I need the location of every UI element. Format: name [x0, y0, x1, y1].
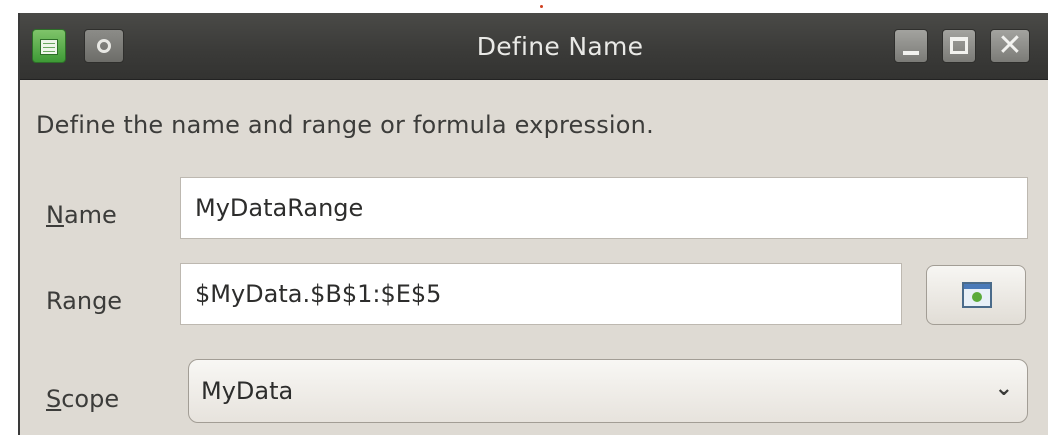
title-bar[interactable]: Define Name ✕	[20, 13, 1048, 80]
shrink-range-button[interactable]	[926, 265, 1026, 325]
minimize-icon	[903, 51, 919, 55]
cursor-dot	[540, 5, 543, 8]
scope-selected-value: MyData	[201, 377, 294, 405]
maximize-icon	[950, 37, 968, 54]
calc-spreadsheet-icon	[32, 29, 66, 63]
close-icon: ✕	[997, 28, 1023, 63]
window-menu-button[interactable]	[84, 29, 124, 63]
screen: Define Name ✕ Define the name and range …	[0, 0, 1048, 435]
range-label: Range	[46, 287, 123, 315]
dialog-description: Define the name and range or formula exp…	[36, 111, 654, 139]
scope-select[interactable]: MyData ⌄	[188, 359, 1028, 423]
name-input[interactable]: MyDataRange	[180, 177, 1028, 239]
shrink-range-icon	[962, 282, 992, 308]
scope-label: Scope	[46, 385, 120, 413]
name-label: Name	[46, 201, 117, 229]
chevron-down-icon: ⌄	[994, 376, 1013, 401]
close-button[interactable]: ✕	[990, 29, 1030, 63]
minimize-button[interactable]	[894, 29, 928, 63]
define-name-dialog: Define Name ✕ Define the name and range …	[18, 13, 1048, 435]
range-input[interactable]: $MyData.$B$1:$E$5	[180, 263, 902, 325]
maximize-button[interactable]	[942, 29, 976, 63]
window-menu-icon	[97, 39, 111, 53]
window-title: Define Name	[476, 32, 644, 61]
